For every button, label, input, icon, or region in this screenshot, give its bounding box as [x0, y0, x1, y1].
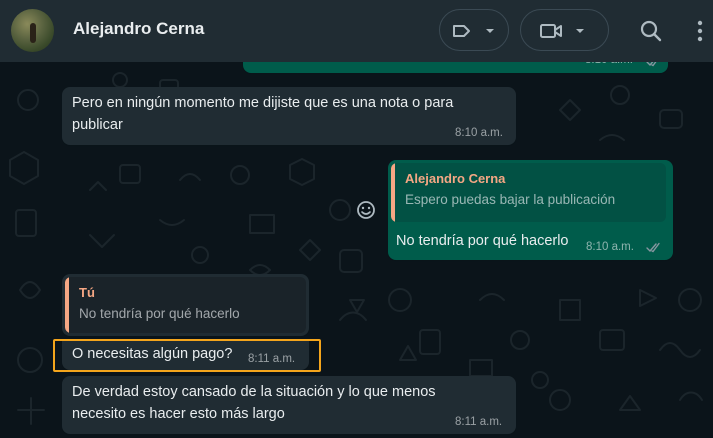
quote-text: Espero puedas bajar la publicación — [405, 192, 616, 207]
highlight-box — [53, 339, 321, 372]
message-incoming[interactable]: Pero en ningún momento me dijiste que es… — [62, 87, 516, 145]
search-icon[interactable] — [639, 19, 663, 43]
quote-bar — [391, 163, 395, 222]
emoji-reaction-icon[interactable] — [356, 200, 376, 220]
chevron-down-icon — [576, 29, 584, 33]
label-button[interactable] — [439, 9, 509, 51]
quote-text: No tendría por qué hacerlo — [79, 306, 240, 321]
read-ticks-icon — [646, 242, 660, 253]
quoted-message[interactable]: Alejandro Cerna Espero puedas bajar la p… — [391, 163, 666, 222]
message-time: 8:10 a.m. — [586, 241, 634, 253]
message-text-line: necesito es hacer esto más largo — [72, 406, 285, 422]
message-text-line: publicar — [72, 117, 123, 133]
contact-name[interactable]: Alejandro Cerna — [73, 19, 204, 39]
message-incoming-reply[interactable]: Tú No tendría por qué hacerlo — [62, 274, 309, 336]
video-call-button[interactable] — [520, 9, 609, 51]
chevron-down-icon — [486, 29, 494, 33]
avatar[interactable] — [11, 9, 54, 52]
quote-bar — [65, 277, 69, 333]
chat-header: Alejandro Cerna — [0, 0, 713, 62]
menu-icon[interactable] — [694, 19, 706, 43]
message-time: 8:10 a.m. — [455, 127, 503, 139]
message-outgoing-reply[interactable]: Alejandro Cerna Espero puedas bajar la p… — [388, 160, 673, 260]
video-call-icon — [540, 24, 562, 38]
quote-author: Tú — [79, 285, 95, 300]
message-time: 8:11 a.m. — [455, 416, 503, 428]
message-text: No tendría por qué hacerlo — [396, 233, 569, 249]
message-text-line: De verdad estoy cansado de la situación … — [72, 384, 436, 400]
message-text-line: Pero en ningún momento me dijiste que es… — [72, 95, 454, 111]
quote-author: Alejandro Cerna — [405, 171, 506, 186]
quoted-message[interactable]: Tú No tendría por qué hacerlo — [65, 277, 306, 333]
message-incoming[interactable]: De verdad estoy cansado de la situación … — [62, 376, 516, 434]
label-icon — [453, 25, 470, 37]
